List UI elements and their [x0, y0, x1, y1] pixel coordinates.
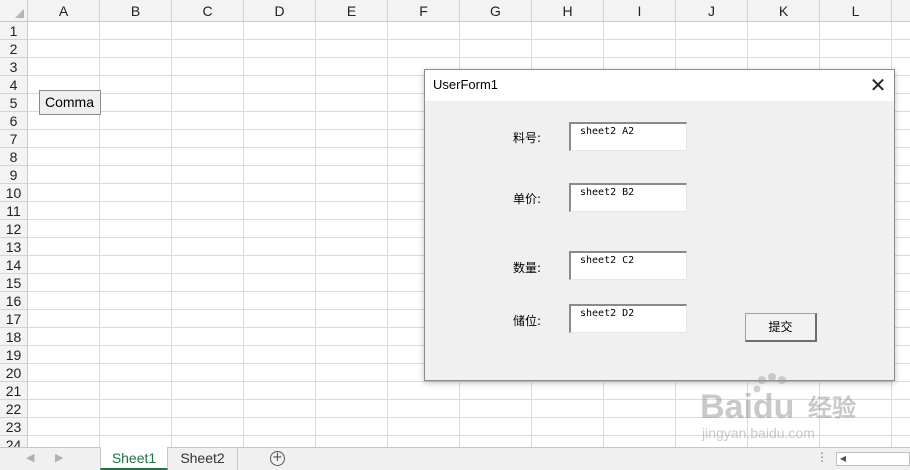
tab-scroll-prev-icon[interactable]: ◀	[26, 451, 34, 464]
row-header[interactable]: 15	[0, 274, 28, 292]
row-headers: 1 2 3 4 5 6 7 8 9 10 11 12 13 14 15 16 1…	[0, 22, 28, 447]
field-label-storage-location: 储位:	[513, 314, 542, 328]
row-header[interactable]: 14	[0, 256, 28, 274]
dialog-title: UserForm1	[433, 77, 499, 92]
command-button[interactable]: Comma	[39, 90, 101, 115]
row-header[interactable]: 11	[0, 202, 28, 220]
column-header[interactable]: I	[604, 0, 676, 21]
row-header[interactable]: 1	[0, 22, 28, 40]
userform-dialog: UserForm1 ✕ 料号: sheet2 A2 单价: sheet2 B2 …	[424, 69, 895, 381]
row-header[interactable]: 4	[0, 76, 28, 94]
column-header[interactable]: D	[244, 0, 316, 21]
submit-button[interactable]: 提交	[745, 313, 817, 342]
storage-location-textbox[interactable]: sheet2 D2	[569, 304, 687, 333]
column-header[interactable]: F	[388, 0, 460, 21]
close-icon[interactable]: ✕	[862, 70, 894, 101]
unit-price-textbox[interactable]: sheet2 B2	[569, 183, 687, 212]
row-header[interactable]: 22	[0, 400, 28, 418]
column-header[interactable]: E	[316, 0, 388, 21]
row-header[interactable]: 5	[0, 94, 28, 112]
row-header[interactable]: 19	[0, 346, 28, 364]
tab-sheet2[interactable]: Sheet2	[168, 447, 238, 470]
quantity-textbox[interactable]: sheet2 C2	[569, 251, 687, 280]
column-header[interactable]: B	[100, 0, 172, 21]
row-header[interactable]: 9	[0, 166, 28, 184]
column-header-row: A B C D E F G H I J K L	[0, 0, 910, 22]
row-header[interactable]: 23	[0, 418, 28, 436]
row-header[interactable]: 6	[0, 112, 28, 130]
tab-sheet1[interactable]: Sheet1	[100, 447, 168, 470]
row-header[interactable]: 8	[0, 148, 28, 166]
part-number-textbox[interactable]: sheet2 A2	[569, 122, 687, 151]
field-label-unit-price: 单价:	[513, 192, 542, 206]
column-header[interactable]: G	[460, 0, 532, 21]
tab-scroll-next-icon[interactable]: ▶	[55, 451, 63, 464]
horizontal-scrollbar[interactable]: ◀	[836, 452, 910, 466]
row-header[interactable]: 7	[0, 130, 28, 148]
row-header[interactable]: 10	[0, 184, 28, 202]
scroll-left-icon[interactable]: ◀	[837, 453, 849, 465]
row-header[interactable]: 16	[0, 292, 28, 310]
column-header[interactable]: J	[676, 0, 748, 21]
row-header[interactable]: 20	[0, 364, 28, 382]
row-header[interactable]: 12	[0, 220, 28, 238]
column-header[interactable]: H	[532, 0, 604, 21]
column-header[interactable]: L	[820, 0, 892, 21]
select-all-corner[interactable]	[0, 0, 28, 21]
row-header[interactable]: 21	[0, 382, 28, 400]
column-header[interactable]: A	[28, 0, 100, 21]
row-header[interactable]: 24	[0, 436, 28, 447]
dialog-titlebar[interactable]: UserForm1 ✕	[425, 70, 894, 101]
field-label-quantity: 数量:	[513, 261, 542, 275]
add-sheet-icon[interactable]: +	[270, 451, 285, 466]
row-header[interactable]: 2	[0, 40, 28, 58]
row-header[interactable]: 3	[0, 58, 28, 76]
row-header[interactable]: 17	[0, 310, 28, 328]
column-header[interactable]: C	[172, 0, 244, 21]
row-header[interactable]: 13	[0, 238, 28, 256]
more-options-icon[interactable]: ⋮	[816, 450, 828, 464]
sheet-tab-bar: ◀ ▶ Sheet1 Sheet2 + ⋮ ◀	[0, 447, 910, 470]
row-header[interactable]: 18	[0, 328, 28, 346]
field-label-part-number: 料号:	[513, 131, 542, 145]
column-header[interactable]: K	[748, 0, 820, 21]
